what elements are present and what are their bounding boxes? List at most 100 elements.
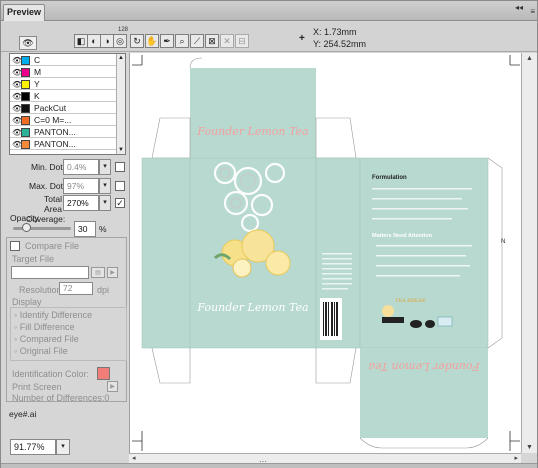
tab-preview[interactable]: Preview [3, 4, 45, 21]
compare-file-label: Compare File [25, 241, 80, 251]
list-item[interactable]: 👁 K [10, 90, 118, 102]
canvas-vertical-scrollbar[interactable]: ▲ ▼ [521, 53, 537, 453]
canvas-horizontal-scrollbar[interactable]: ◂ ▸ [129, 453, 521, 463]
min-dot-label: Min. Dot: [31, 162, 66, 172]
toolbar-button-measure[interactable]: ⟋ [190, 34, 204, 48]
zoom-dropdown-icon[interactable]: ▾ [56, 439, 70, 455]
scroll-down-icon[interactable]: ▼ [118, 147, 124, 153]
toolbar-button-clear[interactable]: ⊟ [235, 34, 249, 48]
plate-list-scrollbar[interactable]: ▲ ▼ [116, 54, 125, 154]
plate-label: K [34, 91, 40, 101]
zoom-icon: ⌕ [179, 36, 185, 46]
resolution-field[interactable]: 72 [59, 282, 93, 295]
toolbar-button-eyedropper[interactable]: ✒ [160, 34, 174, 48]
option-label: Original File [19, 346, 68, 356]
list-item[interactable]: 👁 Y [10, 78, 118, 90]
toolbar-button-rotate[interactable]: ↻ [130, 34, 144, 48]
collapse-panel-icon[interactable]: ◂◂ [515, 3, 523, 12]
radio-fill-difference[interactable]: ◦ Fill Difference [14, 322, 75, 332]
min-dot-dropdown-icon[interactable]: ▾ [99, 159, 111, 175]
zoom-field[interactable]: 91.77% [10, 439, 56, 455]
max-dot-field[interactable]: 97% [63, 178, 99, 194]
plate-label: Y [34, 79, 40, 89]
identification-color-label: Identification Color: [12, 369, 90, 379]
display-options: ◦ Identify Difference ◦ Fill Difference … [10, 307, 127, 361]
list-item[interactable]: 👁 C [10, 54, 118, 66]
rotate-icon: ↻ [133, 36, 141, 46]
compare-file-group: Compare File Target File ▤ ▶ Resolution:… [6, 237, 127, 403]
list-item[interactable]: 👁 M [10, 66, 118, 78]
preview-canvas[interactable]: Founder Lemon Tea Founder Lemon Tea Form… [129, 53, 521, 453]
list-item[interactable]: 👁 PackCut [10, 102, 118, 114]
max-dot-label: Max. Dot: [29, 181, 66, 191]
toolbar-button-color-mode[interactable]: ◧ [74, 34, 88, 48]
matters-heading: Matters Need Attention [372, 233, 433, 239]
load-file-icon[interactable]: ▶ [107, 267, 118, 278]
scroll-left-icon[interactable]: ◂ [132, 454, 136, 462]
opacity-field[interactable]: 30 [74, 221, 96, 237]
toolbar-button-close[interactable]: ✕ [220, 34, 234, 48]
tac-checkbox[interactable]: ✓ [115, 198, 125, 208]
file-name: eye#.ai [9, 409, 37, 419]
option-label: Compared File [19, 334, 79, 344]
brand-top-text: Founder Lemon Tea [196, 125, 308, 138]
panel-menu-icon[interactable]: ≡ [530, 8, 535, 16]
swatch [21, 128, 30, 137]
clear-icon: ⊟ [238, 36, 246, 46]
opacity-slider-handle[interactable] [22, 223, 32, 232]
resize-grip-icon[interactable]: ⋯ [259, 457, 267, 466]
toolbar-button-crop[interactable]: ⊠ [205, 34, 219, 48]
browse-folder-icon[interactable]: ▤ [91, 267, 105, 278]
eyedropper-icon: ✒ [163, 36, 171, 46]
tac-field[interactable]: 270% [63, 195, 99, 211]
toolbar-button-grayscale[interactable]: ◐ [87, 34, 101, 48]
grayscale-icon: ◐ [91, 36, 97, 46]
toolbar-button-separation[interactable]: ◑ [100, 34, 114, 48]
scroll-right-icon[interactable]: ▸ [514, 454, 518, 462]
x-label: X: [313, 27, 322, 37]
list-item[interactable]: 👁 C=0 M=... [10, 114, 118, 126]
swatch [21, 116, 30, 125]
radio-original-file[interactable]: ◦ Original File [14, 346, 68, 356]
tac-dropdown-icon[interactable]: ▾ [99, 195, 111, 211]
print-screen-label: Print Screen [12, 382, 62, 392]
compare-file-checkbox[interactable] [10, 241, 20, 251]
visibility-toggle-icon[interactable]: 👁 [19, 36, 37, 50]
max-dot-checkbox[interactable] [115, 181, 125, 191]
list-item[interactable]: 👁 PANTON... [10, 138, 118, 150]
toolbar-button-zoom[interactable]: ⌕ [175, 34, 189, 48]
measure-icon: ⟋ [193, 36, 201, 46]
mode-badge: 128 [118, 27, 129, 33]
radio-compared-file[interactable]: ◦ Compared File [14, 334, 79, 344]
toolbar-button-hand[interactable]: ✋ [145, 34, 159, 48]
plate-label: PANTON... [34, 139, 76, 149]
hand-tool-icon: ✋ [146, 36, 158, 46]
scroll-up-icon[interactable]: ▲ [526, 55, 533, 62]
swatch [21, 56, 30, 65]
swatch [21, 140, 30, 149]
list-item[interactable]: 👁 PANTON... [10, 126, 118, 138]
overprint-icon: ◎ [116, 36, 124, 46]
max-dot-dropdown-icon[interactable]: ▾ [99, 178, 111, 194]
identification-color-swatch[interactable] [97, 367, 110, 380]
opacity-label: Opacity [10, 213, 39, 223]
formulation-heading: Formulation [372, 175, 407, 181]
plate-label: PackCut [34, 103, 67, 113]
scroll-up-icon[interactable]: ▲ [118, 55, 124, 61]
side-marker: N [501, 239, 505, 245]
print-screen-button[interactable]: ▶ [107, 381, 118, 392]
target-file-field[interactable] [11, 266, 89, 279]
resolution-label: Resolution: [19, 285, 65, 295]
scroll-down-icon[interactable]: ▼ [526, 444, 533, 451]
min-dot-field[interactable]: 0.4% [63, 159, 99, 175]
resolution-unit: dpi [97, 285, 110, 295]
plate-label: M [34, 67, 42, 77]
cursor-coordinates: + X: 1.73mm Y: 254.52mm [295, 26, 521, 52]
toolbar-button-overprint[interactable]: ◎ [113, 34, 127, 48]
min-dot-checkbox[interactable] [115, 162, 125, 172]
opacity-unit: % [99, 224, 107, 234]
option-label: Fill Difference [19, 322, 75, 332]
radio-identify-difference[interactable]: ◦ Identify Difference [14, 310, 92, 320]
logo-text: TEA BREAK [395, 298, 426, 304]
swatch [21, 80, 30, 89]
